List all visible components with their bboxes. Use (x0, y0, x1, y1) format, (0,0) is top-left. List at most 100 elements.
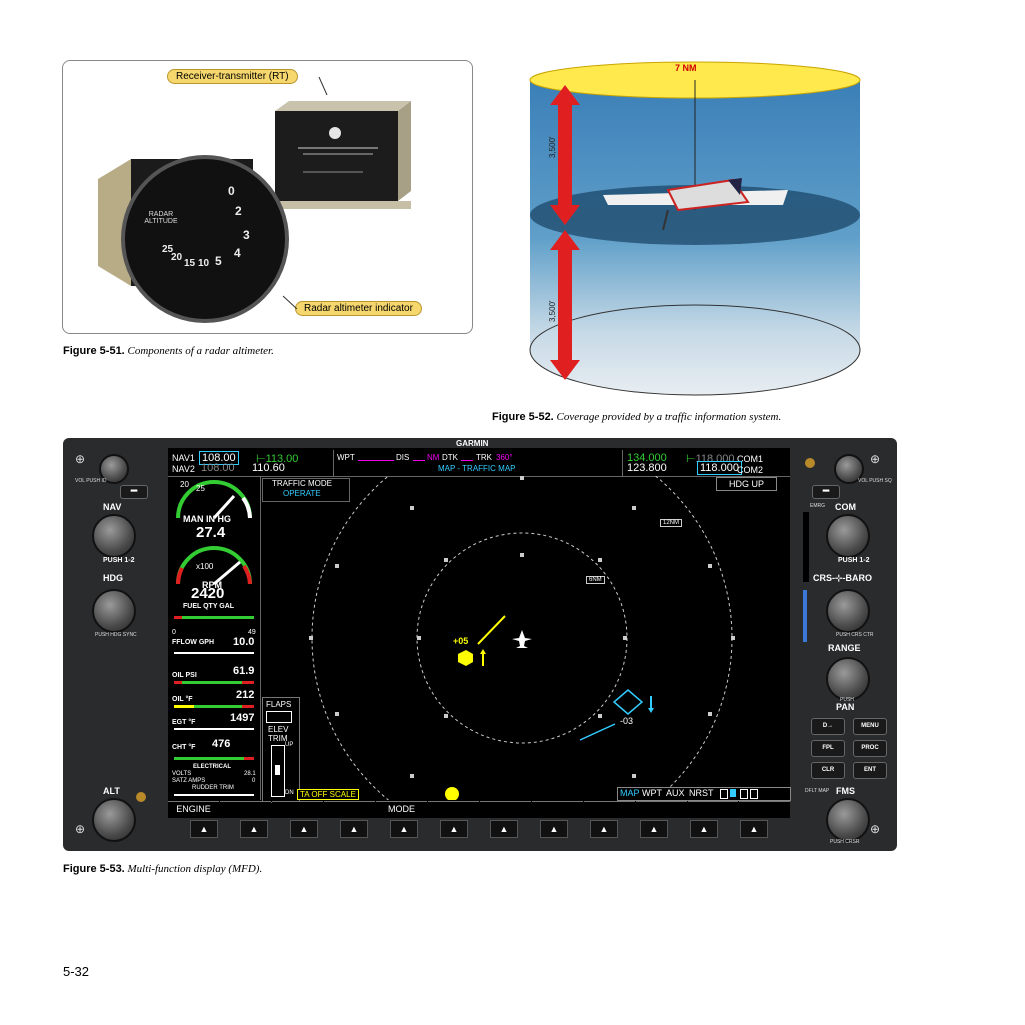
rpm-value: 2420 (191, 585, 225, 602)
nav2-standby-freq[interactable]: 110.60 (252, 462, 285, 474)
range-ring-outer-label: 12NM (660, 519, 683, 527)
direct-to-button[interactable]: D→ (811, 718, 845, 735)
page-title: MAP - TRAFFIC MAP (438, 464, 516, 473)
com2-label: COM2 (737, 465, 764, 475)
softkey-8[interactable]: ▲ (540, 820, 568, 838)
nav-slot-indicator (803, 590, 807, 642)
softkey-9[interactable]: ▲ (590, 820, 618, 838)
softkey-label-2 (220, 801, 271, 816)
softkey-3[interactable]: ▲ (290, 820, 318, 838)
com2-standby-freq[interactable]: 118.000 (697, 461, 742, 475)
fms-knob[interactable] (826, 798, 870, 842)
vol-push-sq-label: VOL PUSH SQ (858, 478, 892, 484)
volts-value: 28.1 (244, 771, 256, 777)
screw-icon-bottom-left: ⊕ (75, 822, 86, 836)
softkey-1[interactable]: ▲ (190, 820, 218, 838)
softkey-12[interactable]: ▲ (740, 820, 768, 838)
man-label: MAN IN HG (183, 514, 231, 524)
nav-label: NAV (103, 502, 122, 512)
pan-label: PAN (836, 702, 855, 712)
alt-label: ALT (103, 786, 120, 796)
tab-aux[interactable]: AUX (666, 788, 685, 798)
other-traffic-target (579, 689, 654, 741)
trk-value: 360° (496, 453, 513, 462)
dial-num-5: 5 (215, 254, 222, 268)
push-hdg-sync-label: PUSH HDG SYNC (95, 632, 137, 638)
man-value: 27.4 (196, 524, 226, 541)
amps-label: SATZ AMPS (172, 778, 206, 784)
fms-label: FMS (836, 786, 855, 796)
tab-nrst[interactable]: NRST (689, 788, 714, 798)
page-number: 5-32 (63, 964, 90, 979)
figure-5-52-caption: Figure 5-52. Coverage provided by a traf… (492, 411, 782, 423)
softkey-label-6 (428, 801, 479, 816)
own-aircraft-icon (512, 630, 532, 648)
softkey-label-3 (272, 801, 323, 816)
softkey-11[interactable]: ▲ (690, 820, 718, 838)
oil-temp-value: 212 (236, 689, 255, 701)
wpt-label: WPT (337, 453, 355, 462)
dial-num-10: 10 (198, 258, 210, 269)
photocell-icon (136, 792, 146, 802)
nav2-label: NAV2 (172, 464, 195, 474)
garmin-logo: GARMIN (456, 439, 489, 448)
egt-value: 1497 (230, 712, 255, 724)
dis-label: DIS (396, 453, 410, 462)
softkey-7[interactable]: ▲ (490, 820, 518, 838)
com-knob[interactable] (826, 514, 870, 558)
hdg-knob[interactable] (92, 589, 136, 633)
softkey-5[interactable]: ▲ (390, 820, 418, 838)
photocell-icon-right (805, 458, 815, 468)
nav-push-12-label: PUSH 1-2 (103, 557, 135, 564)
menu-button[interactable]: MENU (853, 718, 887, 735)
page-indicator-1 (720, 789, 728, 799)
electrical-label: ELECTRICAL (193, 764, 231, 770)
ta-off-scale-label: TA OFF SCALE (297, 789, 359, 800)
ta-off-scale-symbol (445, 787, 459, 800)
dial-num-0: 0 (228, 184, 235, 198)
oil-temp-label: OIL °F (172, 696, 193, 703)
fflow-value: 10.0 (233, 636, 255, 648)
tab-map[interactable]: MAP (620, 788, 640, 798)
softkey-10[interactable]: ▲ (640, 820, 668, 838)
nm-unit: NM (427, 453, 440, 462)
proc-button[interactable]: PROC (853, 740, 887, 757)
range-joystick[interactable] (826, 657, 870, 701)
vol-push-id-label: VOL PUSH ID (75, 478, 107, 484)
range-ring-inner-label: 6NM (586, 576, 605, 584)
dflt-map-label: DFLT MAP (805, 788, 830, 794)
cht-value: 476 (212, 738, 231, 750)
softkey-label-10 (636, 801, 687, 816)
softkey-4[interactable]: ▲ (340, 820, 368, 838)
crs-baro-knob[interactable] (826, 589, 870, 633)
dial-num-15: 15 (184, 258, 196, 269)
nav-swap-button[interactable]: ━ (120, 485, 148, 499)
dtk-value-dashes (461, 460, 473, 461)
dial-label: RADAR ALTITUDE (144, 211, 178, 225)
softkey-2[interactable]: ▲ (240, 820, 268, 838)
alt-knob[interactable] (92, 798, 136, 842)
clr-button[interactable]: CLR (811, 762, 845, 779)
screw-icon-top-right: ⊕ (870, 452, 881, 466)
com2-active-freq[interactable]: 123.800 (627, 462, 667, 474)
page-indicator-2 (730, 789, 736, 797)
softkey-6[interactable]: ▲ (440, 820, 468, 838)
fpl-button[interactable]: FPL (811, 740, 845, 757)
volts-label: VOLTS (172, 771, 192, 777)
oil-psi-label: OIL PSI (172, 672, 197, 679)
nav2-active-freq[interactable]: 108.00 (201, 462, 235, 474)
dial-num-25: 25 (162, 244, 174, 255)
fuel-qty-bar (174, 616, 254, 619)
wpt-value-dashes (358, 460, 394, 461)
traffic-map (309, 476, 735, 800)
dial-num-2: 2 (235, 204, 242, 218)
tab-wpt[interactable]: WPT (642, 788, 662, 798)
fuel-tick-49: 49 (248, 629, 256, 636)
dial-num-4: 4 (234, 246, 241, 260)
screw-icon: ⊕ (75, 452, 86, 466)
man-tick-25: 25 (196, 484, 205, 493)
ent-button[interactable]: ENT (853, 762, 887, 779)
softkey-label-4 (324, 801, 375, 816)
nav-knob[interactable] (92, 514, 136, 558)
com-swap-button[interactable]: ━ (812, 485, 840, 499)
